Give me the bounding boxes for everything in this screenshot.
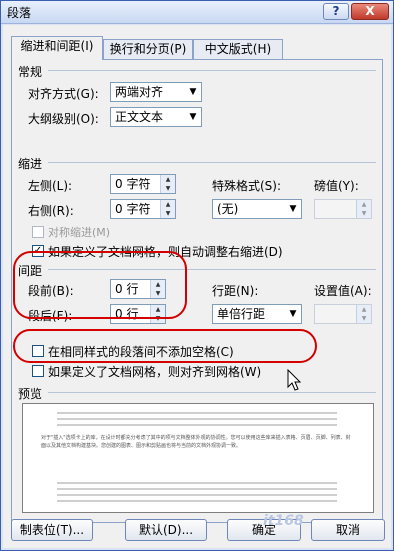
- preview-line: [57, 418, 337, 420]
- preview-line: [57, 488, 337, 490]
- left-indent-value: 0 字符: [115, 177, 151, 191]
- right-indent-value: 0 字符: [115, 202, 151, 216]
- preview-pane: 对于"插入"选项卡上的库，在设计时都充分考虑了其中的项与文档整体外观的协调性。您…: [22, 403, 374, 513]
- spin-down-icon[interactable]: ▼: [160, 209, 175, 218]
- preview-heading: 预览: [18, 387, 43, 401]
- outline-level-label: 大纲级别(O):: [28, 112, 99, 126]
- title-bar[interactable]: 段落 ? X: [1, 1, 393, 24]
- alignment-value: 两端对齐: [115, 85, 164, 99]
- at-value-label: 设置值(A):: [314, 284, 372, 298]
- alignment-label: 对齐方式(G):: [28, 87, 99, 101]
- snap-to-grid-checkbox[interactable]: [32, 365, 44, 377]
- tab-indent-spacing[interactable]: 缩进和间距(I): [11, 36, 103, 60]
- preview-line: [57, 500, 337, 502]
- watermark-logo: it168: [263, 513, 304, 529]
- line-spacing-value: 单倍行距: [217, 307, 266, 321]
- right-indent-spinner[interactable]: 0 字符 ▲ ▼: [110, 199, 176, 219]
- right-indent-label: 右侧(R):: [28, 204, 74, 218]
- preview-line: [57, 424, 337, 426]
- tabs-button[interactable]: 制表位(T)...: [11, 519, 93, 541]
- mirror-indents-label: 对称缩进(M): [48, 226, 111, 239]
- paragraph-dialog: 段落 ? X 缩进和间距(I) 换行和分页(P) 中文版式(H) 常规 对齐方式…: [0, 0, 394, 551]
- chevron-down-icon[interactable]: ▼: [285, 305, 301, 323]
- divider: [48, 70, 376, 71]
- divider: [48, 392, 376, 393]
- preview-text: 对于"插入"选项卡上的库，在设计时都充分考虑了其中的项与文档整体外观的协调性。您…: [41, 435, 351, 449]
- annotation-ring: [13, 329, 317, 363]
- dialog-title: 段落: [7, 6, 32, 20]
- preview-line: [57, 482, 337, 484]
- close-button[interactable]: X: [351, 3, 389, 20]
- tab-asian-typography[interactable]: 中文版式(H): [193, 39, 283, 59]
- left-indent-label: 左侧(L):: [28, 179, 73, 193]
- special-format-select[interactable]: (无) ▼: [212, 199, 302, 219]
- default-button[interactable]: 默认(D)...: [125, 519, 207, 541]
- indent-heading: 缩进: [18, 157, 43, 171]
- annotation-ring: [13, 251, 187, 319]
- general-heading: 常规: [18, 65, 43, 79]
- preview-line: [57, 412, 337, 414]
- mirror-indents-checkbox[interactable]: [32, 226, 44, 238]
- alignment-select[interactable]: 两端对齐 ▼: [110, 82, 202, 102]
- dialog-body: 缩进和间距(I) 换行和分页(P) 中文版式(H) 常规 对齐方式(G): 两端…: [3, 25, 391, 548]
- spin-down-icon[interactable]: ▼: [160, 184, 175, 193]
- line-spacing-label: 行距(N):: [212, 284, 259, 298]
- special-format-label: 特殊格式(S):: [212, 179, 282, 193]
- chevron-down-icon[interactable]: ▼: [185, 83, 201, 101]
- chevron-down-icon[interactable]: ▼: [185, 108, 201, 126]
- outline-level-value: 正文文本: [115, 110, 164, 124]
- tab-line-page-breaks[interactable]: 换行和分页(P): [103, 39, 193, 59]
- chevron-down-icon[interactable]: ▼: [285, 200, 301, 218]
- special-format-value: (无): [217, 202, 239, 216]
- line-spacing-select[interactable]: 单倍行距 ▼: [212, 304, 302, 324]
- at-value-spinner[interactable]: ▲ ▼: [314, 304, 372, 324]
- spin-down-icon[interactable]: ▼: [356, 314, 371, 323]
- cancel-button[interactable]: 取消: [311, 519, 385, 541]
- help-button[interactable]: ?: [323, 3, 349, 20]
- outline-level-select[interactable]: 正文文本 ▼: [110, 107, 202, 127]
- divider: [48, 162, 376, 163]
- spin-down-icon[interactable]: ▼: [356, 209, 371, 218]
- snap-to-grid-label: 如果定义了文档网格，则对齐到网格(W): [48, 365, 262, 379]
- left-indent-spinner[interactable]: 0 字符 ▲ ▼: [110, 174, 176, 194]
- preview-line: [57, 494, 337, 496]
- by-value-spinner[interactable]: ▲ ▼: [314, 199, 372, 219]
- by-value-label: 磅值(Y):: [314, 179, 359, 193]
- mouse-cursor-icon: [287, 369, 301, 391]
